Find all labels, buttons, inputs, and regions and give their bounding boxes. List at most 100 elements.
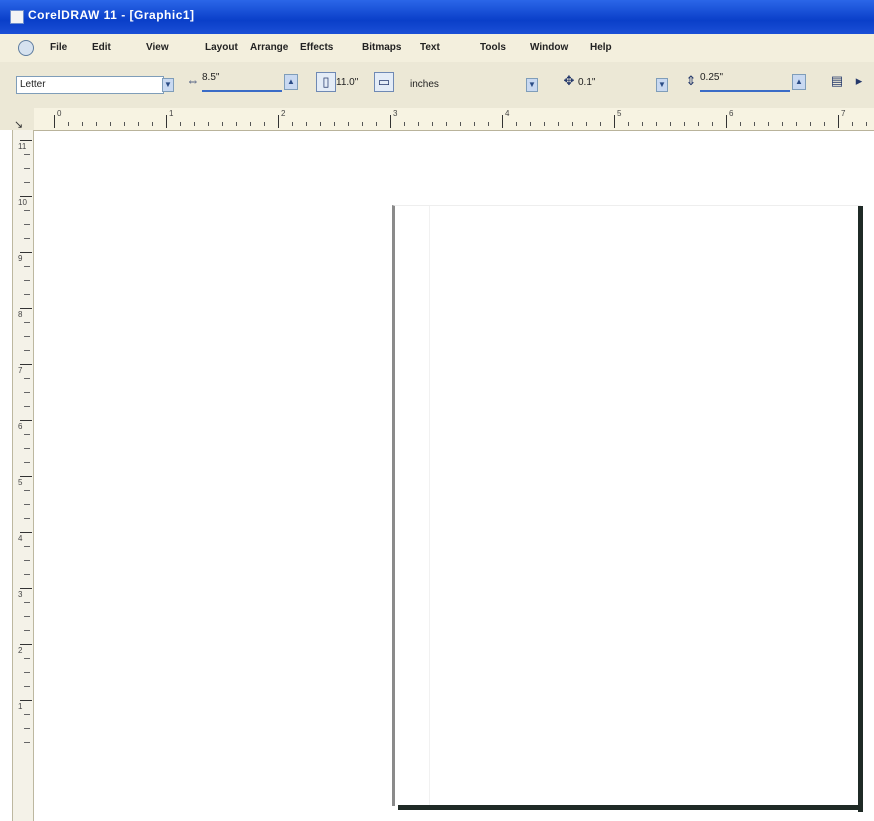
duplicate-distance-spinner[interactable]: ▲ xyxy=(792,74,806,90)
menu-help[interactable]: Help xyxy=(590,42,612,53)
document-icon[interactable] xyxy=(18,40,34,56)
ruler-number: 7 xyxy=(841,109,846,118)
ruler-number: 1 xyxy=(18,702,23,711)
page-shadow-right xyxy=(858,206,863,812)
ruler-minor-tick xyxy=(670,122,671,126)
ruler-minor-tick xyxy=(24,462,30,463)
ruler-major-tick xyxy=(614,115,615,128)
ruler-number: 4 xyxy=(18,534,23,543)
ruler-origin[interactable]: ↘ xyxy=(0,108,34,131)
paper-width-spinner[interactable]: ▲ xyxy=(284,74,298,90)
ruler-minor-tick xyxy=(530,122,531,126)
ruler-minor-tick xyxy=(264,122,265,126)
menu-tools[interactable]: Tools xyxy=(480,42,506,53)
units-select[interactable]: inches xyxy=(406,76,524,94)
nudge-icon: ✥ xyxy=(563,73,575,88)
ruler-minor-tick xyxy=(180,122,181,126)
ruler-number: 4 xyxy=(505,109,510,118)
ruler-minor-tick xyxy=(24,210,30,211)
coreldraw-app-icon[interactable] xyxy=(10,10,24,24)
ruler-major-tick xyxy=(20,308,32,309)
paper-type-select[interactable]: Letter xyxy=(16,76,164,94)
ruler-minor-tick xyxy=(24,434,30,435)
ruler-major-tick xyxy=(54,115,55,128)
ruler-minor-tick xyxy=(24,224,30,225)
ruler-number: 5 xyxy=(18,478,23,487)
ruler-number: 8 xyxy=(18,310,23,319)
ruler-minor-tick xyxy=(24,518,30,519)
ruler-minor-tick xyxy=(24,378,30,379)
menu-layout[interactable]: Layout xyxy=(205,42,238,53)
ruler-minor-tick xyxy=(82,122,83,126)
ruler-minor-tick xyxy=(824,122,825,126)
ruler-minor-tick xyxy=(24,602,30,603)
menu-window[interactable]: Window xyxy=(530,42,568,53)
ruler-major-tick xyxy=(502,115,503,128)
menu-bitmaps[interactable]: Bitmaps xyxy=(362,42,401,53)
ruler-minor-tick xyxy=(152,122,153,126)
ruler-minor-tick xyxy=(656,122,657,126)
toolbar-overflow-icon[interactable]: ▸ xyxy=(852,72,866,90)
menu-effects[interactable]: Effects xyxy=(300,42,333,53)
ruler-major-tick xyxy=(20,140,32,141)
ruler-major-tick xyxy=(20,644,32,645)
ruler-minor-tick xyxy=(24,350,30,351)
horizontal-ruler[interactable]: 0 1 2 3 4 5 6 7 xyxy=(34,108,874,131)
paper-type-dropdown-arrow[interactable]: ▼ xyxy=(162,78,174,92)
ruler-number: 6 xyxy=(18,422,23,431)
ruler-minor-tick xyxy=(24,504,30,505)
ruler-minor-tick xyxy=(24,574,30,575)
portrait-orientation-icon[interactable]: ▯ xyxy=(316,72,336,92)
menu-view[interactable]: View xyxy=(146,42,169,53)
ruler-minor-tick xyxy=(236,122,237,126)
ruler-number: 7 xyxy=(18,366,23,375)
menu-arrange[interactable]: Arrange xyxy=(250,42,288,53)
nudge-offset-value[interactable]: 0.1" xyxy=(578,77,595,88)
duplicate-distance-icon: ⇕ xyxy=(685,73,697,88)
paper-width-icon: ⇔ xyxy=(186,73,200,88)
landscape-orientation-icon[interactable]: ▭ xyxy=(374,72,394,92)
ruler-minor-tick xyxy=(24,154,30,155)
ruler-minor-tick xyxy=(24,546,30,547)
ruler-minor-tick xyxy=(474,122,475,126)
ruler-minor-tick xyxy=(810,122,811,126)
ruler-minor-tick xyxy=(24,490,30,491)
ruler-major-tick xyxy=(20,196,32,197)
menu-file[interactable]: File xyxy=(50,42,67,53)
window-title: CorelDRAW 11 - [Graphic1] xyxy=(28,8,195,22)
duplicate-distance-field[interactable]: 0.25" xyxy=(700,72,790,92)
ruler-minor-tick xyxy=(24,742,30,743)
menu-text[interactable]: Text xyxy=(420,42,440,53)
menu-edit[interactable]: Edit xyxy=(92,42,111,53)
ruler-major-tick xyxy=(278,115,279,128)
ruler-minor-tick xyxy=(642,122,643,126)
ruler-minor-tick xyxy=(138,122,139,126)
ruler-minor-tick xyxy=(208,122,209,126)
ruler-minor-tick xyxy=(24,686,30,687)
ruler-minor-tick xyxy=(24,336,30,337)
units-dropdown-arrow[interactable]: ▼ xyxy=(526,78,538,92)
paper-width-field[interactable]: 8.5" xyxy=(202,72,282,92)
ruler-minor-tick xyxy=(124,122,125,126)
ruler-major-tick xyxy=(838,115,839,128)
drawing-page[interactable] xyxy=(392,205,861,806)
ruler-minor-tick xyxy=(292,122,293,126)
ruler-minor-tick xyxy=(684,122,685,126)
ruler-minor-tick xyxy=(768,122,769,126)
page-options-icon[interactable]: ▤ xyxy=(830,72,844,90)
ruler-minor-tick xyxy=(24,280,30,281)
ruler-minor-tick xyxy=(516,122,517,126)
ruler-major-tick xyxy=(20,252,32,253)
ruler-minor-tick xyxy=(222,122,223,126)
ruler-number: 10 xyxy=(18,198,27,207)
ruler-major-tick xyxy=(166,115,167,128)
ruler-number: 0 xyxy=(57,109,62,118)
ruler-minor-tick xyxy=(544,122,545,126)
ruler-major-tick xyxy=(20,588,32,589)
ruler-minor-tick xyxy=(68,122,69,126)
ruler-minor-tick xyxy=(488,122,489,126)
nudge-dropdown-arrow[interactable]: ▼ xyxy=(656,78,668,92)
ruler-minor-tick xyxy=(740,122,741,126)
ruler-number: 11 xyxy=(18,142,27,151)
vertical-ruler[interactable]: 11 10 9 8 7 6 5 4 3 2 1 xyxy=(0,130,34,821)
